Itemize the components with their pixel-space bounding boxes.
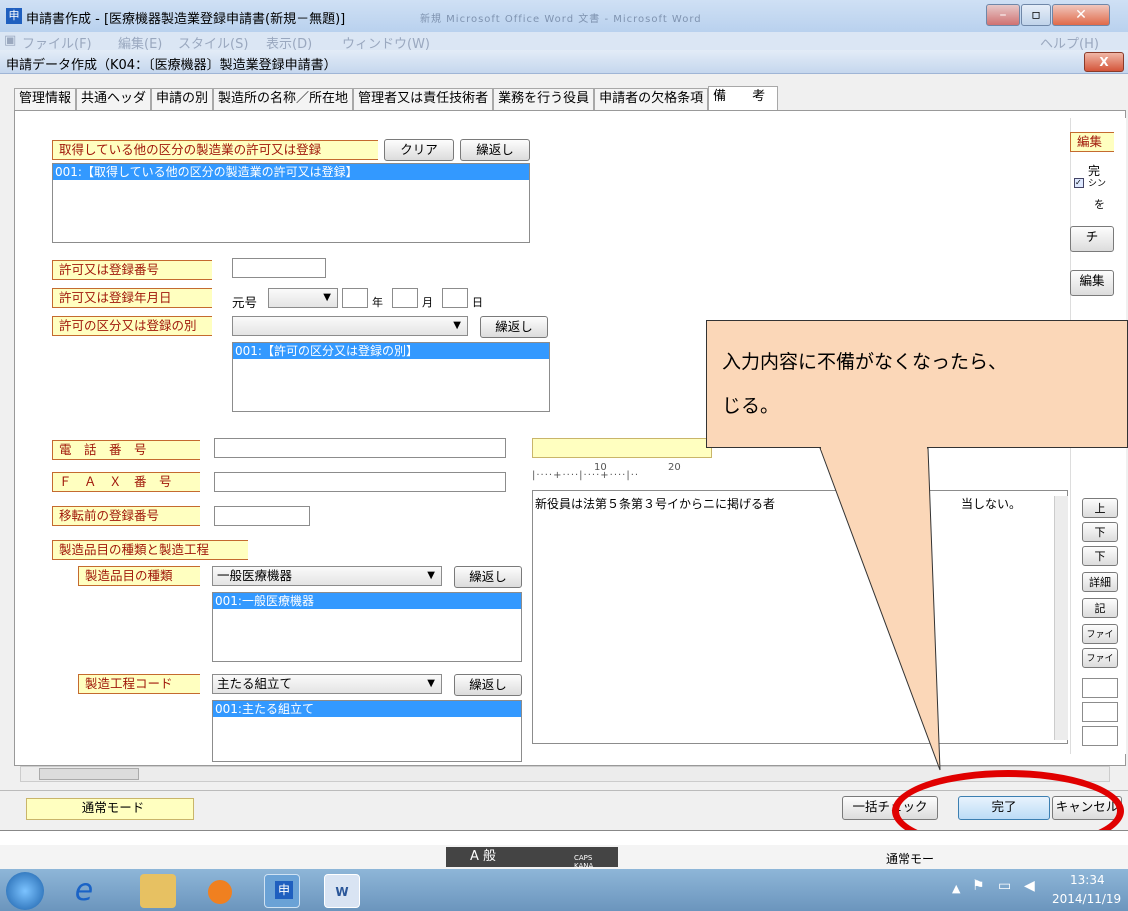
product-type-value: 一般医療機器 <box>217 568 293 583</box>
remarks-ruler: 10 20 |····+····|····+····|·· <box>532 462 708 484</box>
list-item[interactable]: 001:一般医療機器 <box>213 593 521 609</box>
fax-label: Ｆ Ａ Ｘ 番 号 <box>52 472 200 492</box>
edit-label: 編集 <box>1070 132 1114 152</box>
ime-bar[interactable]: A 般 CAPS KANA <box>446 847 618 870</box>
wo-text: を <box>1094 198 1105 211</box>
year-input[interactable] <box>342 288 368 308</box>
menu-icon: ▣ <box>4 33 17 48</box>
tab-site-name-address[interactable]: 製造所の名称／所在地 <box>213 88 354 110</box>
remarks-header <box>532 438 712 458</box>
background-window-strip <box>0 830 1128 845</box>
edit-button[interactable]: 編集 <box>1070 270 1114 296</box>
word-icon[interactable]: W <box>324 874 360 908</box>
chevron-down-icon: ▼ <box>427 570 435 581</box>
process-code-label: 製造工程コード <box>78 674 200 694</box>
day-input[interactable] <box>442 288 468 308</box>
day-label: 日 <box>472 296 483 309</box>
process-code-select[interactable]: 主たる組立て ▼ <box>212 674 442 694</box>
minimize-button[interactable]: – <box>986 4 1020 26</box>
menu-bar: ▣ ファイル(F) 編集(E) スタイル(S) 表示(D) ウィンドウ(W) ヘ… <box>0 32 1128 52</box>
callout-line-1: 入力内容に不備がなくなったら、 <box>722 351 1008 373</box>
tab-remarks[interactable]: 備 考 <box>708 86 779 110</box>
list-item[interactable]: 001:【取得している他の区分の製造業の許可又は登録】 <box>53 164 529 180</box>
callout-line-2: じる。 <box>722 395 780 417</box>
app-title-bar: 申 申請書作成 - [医療機器製造業登録申請書(新規－無題)] 新規 Micro… <box>0 0 1128 32</box>
ruler-ticks: |····+····|····+····|·· <box>532 470 640 481</box>
check-button[interactable]: チ <box>1070 226 1114 252</box>
tray-volume-icon[interactable]: ◀ <box>1024 878 1035 894</box>
clear-button[interactable]: クリア <box>384 139 454 161</box>
fax-input[interactable] <box>214 472 506 492</box>
ruler-mark: 20 <box>668 462 681 473</box>
process-code-list[interactable]: 001:主たる組立て <box>212 700 522 762</box>
product-type-repeat-button[interactable]: 繰返し <box>454 566 522 588</box>
product-type-select[interactable]: 一般医療機器 ▼ <box>212 566 442 586</box>
month-input[interactable] <box>392 288 418 308</box>
status-bar: A 般 CAPS KANA 通常モー <box>0 845 1128 870</box>
license-category-repeat-button[interactable]: 繰返し <box>480 316 548 338</box>
dialog-title: 申請データ作成（K04：〔医療機器〕製造業登録申請書） <box>6 58 337 73</box>
media-player-icon[interactable] <box>202 874 238 908</box>
dialog-close-button[interactable]: X <box>1084 52 1124 72</box>
tab-bar: 管理情報 共通ヘッダ 申請の別 製造所の名称／所在地 管理者又は責任技術者 業務… <box>14 86 779 110</box>
prior-reg-input[interactable] <box>214 506 310 526</box>
tab-common-header[interactable]: 共通ヘッダ <box>76 88 152 110</box>
license-date-label: 許可又は登録年月日 <box>52 288 212 308</box>
chevron-down-icon: ▼ <box>323 292 331 303</box>
start-button[interactable] <box>6 872 44 910</box>
close-window-button[interactable]: ✕ <box>1052 4 1110 26</box>
scrollbar-thumb[interactable] <box>39 768 139 780</box>
tab-manager[interactable]: 管理者又は責任技術者 <box>353 88 494 110</box>
list-item[interactable]: 001:【許可の区分又は登録の別】 <box>233 343 549 359</box>
tab-management[interactable]: 管理情報 <box>14 88 77 110</box>
process-code-value: 主たる組立て <box>217 676 293 691</box>
license-number-label: 許可又は登録番号 <box>52 260 212 280</box>
tray-flag-icon[interactable]: ⚑ <box>972 878 985 894</box>
license-number-input[interactable] <box>232 258 326 278</box>
phone-label: 電 話 番 号 <box>52 440 200 460</box>
explorer-icon[interactable] <box>140 874 176 908</box>
maximize-button[interactable]: ▫ <box>1021 4 1051 26</box>
license-category-select[interactable]: ▼ <box>232 316 468 336</box>
license-category-label: 許可の区分又は登録の別 <box>52 316 212 336</box>
other-license-list[interactable]: 001:【取得している他の区分の製造業の許可又は登録】 <box>52 163 530 243</box>
dialog-title-bar: 申請データ作成（K04：〔医療機器〕製造業登録申請書） X <box>0 50 1128 74</box>
tab-disqualification[interactable]: 申請者の欠格条項 <box>594 88 709 110</box>
month-label: 月 <box>422 296 433 309</box>
checkbox-text: シン <box>1088 179 1107 189</box>
products-section-label: 製造品目の種類と製造工程 <box>52 540 248 560</box>
license-category-list[interactable]: 001:【許可の区分又は登録の別】 <box>232 342 550 412</box>
clock-date[interactable]: 2014/11/19 <box>1052 892 1121 906</box>
app-title: 申請書作成 - [医療機器製造業登録申請書(新規－無題)] <box>26 12 346 27</box>
product-type-list[interactable]: 001:一般医療機器 <box>212 592 522 662</box>
ime-mode: A 般 <box>470 849 497 864</box>
year-label: 年 <box>372 296 383 309</box>
chevron-down-icon: ▼ <box>427 678 435 689</box>
product-type-label: 製造品目の種類 <box>78 566 200 586</box>
other-license-label: 取得している他の区分の製造業の許可又は登録 <box>52 140 378 160</box>
mode-label: 通常モード <box>26 798 194 820</box>
clock-time[interactable]: 13:34 <box>1070 873 1105 887</box>
complete-checkbox[interactable]: ✓ <box>1074 178 1084 188</box>
tab-officers[interactable]: 業務を行う役員 <box>493 88 595 110</box>
blurred-window-title: 新規 Microsoft Office Word 文書 - Microsoft … <box>420 14 702 25</box>
era-select[interactable]: ▼ <box>268 288 338 308</box>
callout-text: 入力内容に不備がなくなったら、 じる。 <box>722 340 1007 428</box>
tray-network-icon[interactable]: ▭ <box>998 878 1011 894</box>
process-code-repeat-button[interactable]: 繰返し <box>454 674 522 696</box>
ie-icon[interactable]: e <box>66 874 102 908</box>
app-taskbar-button[interactable]: 申 <box>264 874 300 908</box>
tray-expand-icon[interactable]: ▲ <box>952 882 960 895</box>
prior-reg-label: 移転前の登録番号 <box>52 506 200 526</box>
status-mode: 通常モー <box>886 852 935 866</box>
era-label: 元号 <box>232 295 258 310</box>
tab-application-type[interactable]: 申請の別 <box>151 88 214 110</box>
list-item[interactable]: 001:主たる組立て <box>213 701 521 717</box>
other-license-repeat-button[interactable]: 繰返し <box>460 139 530 161</box>
app-icon: 申 <box>6 8 22 24</box>
chevron-down-icon: ▼ <box>453 320 461 331</box>
phone-input[interactable] <box>214 438 506 458</box>
app-taskbar-glyph: 申 <box>275 881 293 899</box>
